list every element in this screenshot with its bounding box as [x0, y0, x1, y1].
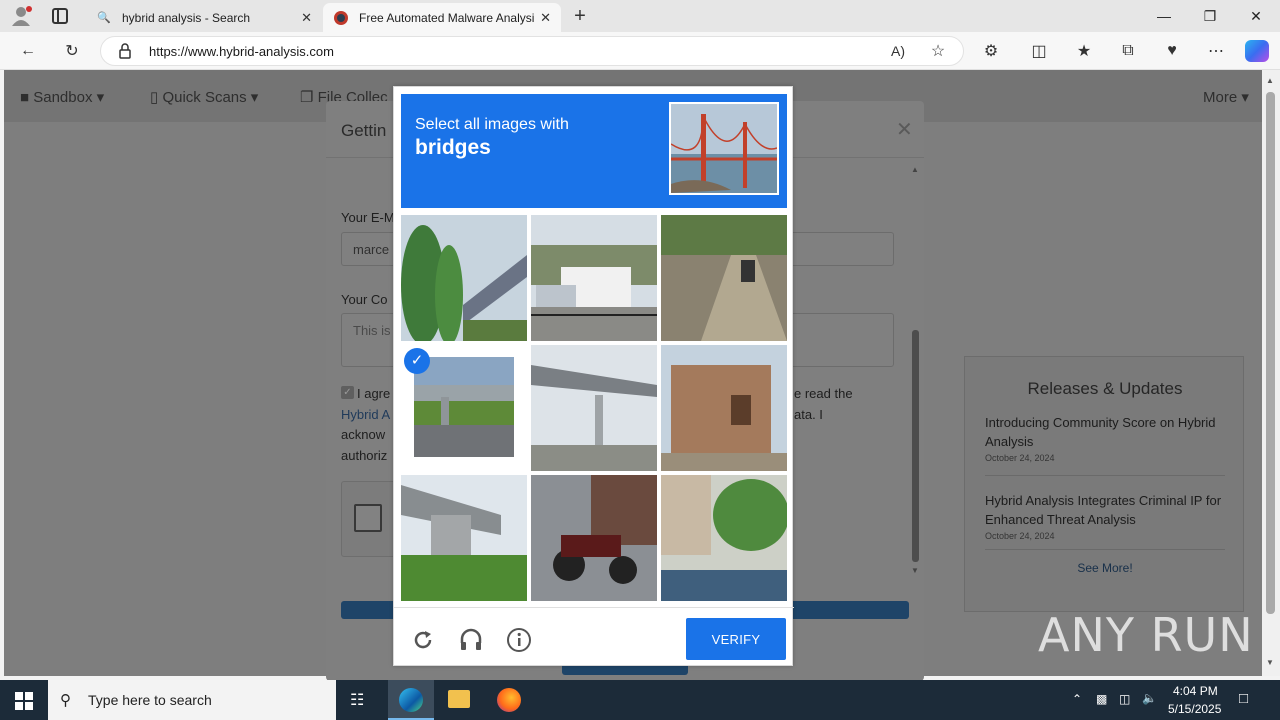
audio-challenge-icon[interactable]	[456, 625, 486, 655]
scroll-down-icon[interactable]: ▼	[1266, 658, 1274, 667]
captcha-challenge: Select all images with bridges ✓ VERIFY	[393, 86, 794, 666]
captcha-tile-8[interactable]	[531, 475, 657, 601]
scroll-up-icon[interactable]: ▲	[1266, 76, 1274, 85]
extensions-icon[interactable]: ⚙	[977, 38, 1005, 64]
anyrun-watermark: ANY RUN	[1038, 608, 1254, 662]
search-icon: 🔍	[97, 12, 111, 24]
releases-title: Releases & Updates	[1027, 379, 1183, 398]
split-screen-icon[interactable]: ◫	[1025, 38, 1053, 64]
captcha-tile-2[interactable]	[531, 215, 657, 341]
release-item-title[interactable]: Introducing Community Score on Hybrid An…	[985, 413, 1225, 451]
restore-button[interactable]: ❐	[1187, 0, 1233, 32]
captcha-instruction: Select all images with	[415, 116, 569, 133]
browser-essentials-icon[interactable]: ♥	[1158, 38, 1186, 64]
agree-text: acknow	[341, 427, 386, 442]
sample-bridge-image	[669, 102, 779, 195]
read-aloud-icon[interactable]: A)	[884, 38, 912, 64]
email-label: Your E-M	[341, 210, 395, 225]
search-icon: ⚲	[60, 692, 71, 709]
captcha-tile-7[interactable]	[401, 475, 527, 601]
address-bar[interactable]: https://www.hybrid-analysis.com	[100, 36, 964, 66]
tray-device-icon[interactable]: ▩	[1096, 692, 1107, 706]
scroll-up-icon[interactable]: ▲	[911, 165, 919, 174]
file-icon: ▯	[150, 89, 159, 106]
collections-icon[interactable]: ⧉	[1114, 38, 1142, 64]
copilot-icon[interactable]	[1245, 40, 1269, 62]
tab-title: hybrid analysis - Search	[122, 10, 251, 25]
verify-button[interactable]: VERIFY	[686, 618, 786, 660]
nav-more[interactable]: More ▾	[1203, 88, 1249, 106]
clock-time[interactable]: 4:04 PM	[1173, 684, 1218, 698]
divider	[985, 475, 1225, 476]
recaptcha-checkbox[interactable]	[354, 504, 382, 532]
captcha-tile-9[interactable]	[661, 475, 787, 601]
site-favicon-icon	[333, 10, 349, 26]
captcha-header: Select all images with bridges	[401, 94, 787, 208]
more-menu-icon[interactable]: ⋯	[1202, 38, 1230, 64]
info-icon[interactable]	[504, 625, 534, 655]
volume-icon[interactable]: 🔈	[1142, 691, 1157, 705]
url-text: https://www.hybrid-analysis.com	[149, 43, 334, 59]
page-scrollbar-thumb[interactable]	[1266, 92, 1275, 614]
captcha-tile-1[interactable]	[401, 215, 527, 341]
modal-title: Gettin	[341, 121, 387, 140]
releases-panel: Releases & Updates Introducing Community…	[964, 356, 1244, 612]
agree-text-right: e read the	[794, 386, 853, 401]
agree-text: authoriz	[341, 448, 388, 463]
close-tab-icon[interactable]: ✕	[301, 10, 312, 26]
file-explorer-icon[interactable]	[448, 690, 470, 708]
hybrid-analysis-link[interactable]: Hybrid A	[341, 405, 390, 425]
network-icon[interactable]: ◫	[1119, 692, 1130, 706]
release-item-date: October 24, 2024	[985, 453, 1055, 463]
release-item-date: October 24, 2024	[985, 531, 1055, 541]
tab-search[interactable]: 🔍 hybrid analysis - Search ✕	[86, 3, 322, 32]
tab-hybrid-analysis[interactable]: Free Automated Malware Analysis ✕	[323, 3, 561, 32]
tray-chevron-icon[interactable]: ⌃	[1072, 692, 1082, 706]
modal-scrollbar-thumb[interactable]	[912, 330, 919, 562]
captcha-tile-5[interactable]	[531, 345, 657, 471]
close-window-button[interactable]: ✕	[1233, 0, 1279, 32]
task-view-icon[interactable]: ☷	[350, 690, 370, 710]
captcha-target: bridges	[415, 136, 491, 159]
reload-icon[interactable]	[408, 625, 438, 655]
favorites-icon[interactable]: ★	[1070, 38, 1098, 64]
profile-icon[interactable]	[10, 6, 32, 26]
windows-start-icon[interactable]	[15, 692, 33, 710]
minimize-button[interactable]: —	[1141, 0, 1187, 32]
lock-icon[interactable]	[118, 43, 132, 59]
tab-actions-icon[interactable]	[52, 8, 68, 24]
cube-icon: ■	[20, 89, 30, 106]
divider	[394, 607, 794, 608]
agree-text-right: ata. I	[794, 407, 823, 422]
favorite-star-icon[interactable]: ☆	[924, 38, 952, 64]
clock-date[interactable]: 5/15/2025	[1168, 702, 1221, 716]
captcha-tile-3[interactable]	[661, 215, 787, 341]
refresh-icon[interactable]: ↻	[58, 38, 86, 64]
see-more-link[interactable]: See More!	[965, 561, 1245, 575]
notifications-icon[interactable]: □	[1239, 690, 1248, 707]
comment-label: Your Co	[341, 292, 388, 307]
captcha-tile-4[interactable]: ✓	[401, 345, 527, 471]
close-icon[interactable]: ✕	[896, 117, 913, 142]
agree-text: I agre	[357, 386, 391, 401]
tab-title: Free Automated Malware Analysis	[359, 10, 535, 25]
release-item-title[interactable]: Hybrid Analysis Integrates Criminal IP f…	[985, 491, 1225, 529]
edge-taskbar-icon[interactable]	[388, 680, 434, 720]
selected-check-icon: ✓	[404, 348, 430, 374]
divider	[985, 549, 1225, 550]
recaptcha-widget	[341, 481, 401, 557]
firefox-icon[interactable]	[497, 688, 521, 712]
taskbar-search-input[interactable]: Type here to search	[48, 680, 336, 720]
scroll-down-icon[interactable]: ▼	[911, 566, 919, 575]
nav-quick-scans[interactable]: ▯ Quick Scans ▾	[150, 88, 258, 106]
agree-checkbox[interactable]: ✓	[341, 386, 354, 399]
nav-sandbox[interactable]: ■ Sandbox ▾	[20, 88, 104, 106]
back-arrow-icon[interactable]: ←	[14, 38, 42, 64]
files-icon: ❐	[300, 89, 314, 106]
new-tab-button[interactable]: +	[568, 4, 592, 28]
close-tab-icon[interactable]: ✕	[540, 10, 551, 26]
captcha-tile-6[interactable]	[661, 345, 787, 471]
